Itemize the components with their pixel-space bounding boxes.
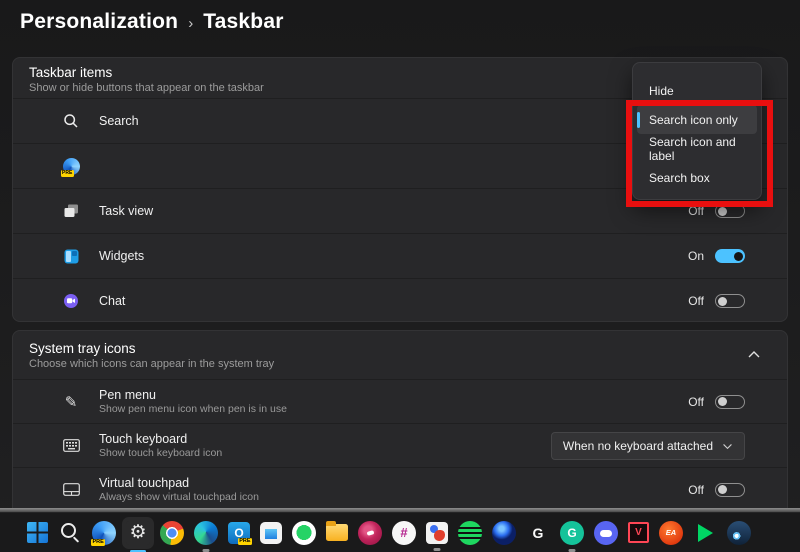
taskbar-spotify-icon[interactable] [458, 521, 482, 545]
search-icon [61, 113, 81, 129]
row-search-label: Search [99, 114, 139, 128]
taskbar-nvidia-geforce-icon[interactable] [761, 521, 785, 545]
taskbar-blue-orb-app-icon[interactable] [492, 521, 516, 545]
row-chat-label: Chat [99, 294, 125, 308]
flyout-option-search-icon-only[interactable]: Search icon only [637, 105, 757, 134]
taskbar-copilot-preview-icon[interactable]: PRE [92, 521, 116, 545]
taskbar-steam-icon[interactable] [727, 521, 751, 545]
widgets-toggle[interactable] [715, 249, 745, 263]
row-pen-menu: ✎ Pen menu Show pen menu icon when pen i… [13, 379, 787, 423]
settings-window: Personalization › Taskbar Taskbar items … [0, 0, 800, 552]
pen-menu-subtitle: Show pen menu icon when pen is in use [99, 403, 287, 415]
row-widgets-label: Widgets [99, 249, 144, 263]
flyout-option-hide[interactable]: Hide [637, 76, 757, 105]
pen-menu-icon: ✎ [61, 393, 81, 411]
widgets-state: On [688, 249, 704, 263]
touch-keyboard-icon [61, 439, 81, 452]
taskbar-ea-icon[interactable]: EA [659, 521, 683, 545]
pen-menu-state: Off [688, 395, 704, 409]
taskbar-slack-icon[interactable]: # [392, 521, 416, 545]
virtual-touchpad-toggle[interactable] [715, 483, 745, 497]
chevron-down-icon [722, 442, 733, 450]
taskbar-file-explorer-icon[interactable] [326, 524, 348, 541]
taskbar-logitech-g-icon[interactable]: G [526, 521, 550, 545]
flyout-option-search-box[interactable]: Search box [637, 163, 757, 192]
copilot-preview-icon: PRE [61, 158, 81, 175]
flyout-option-label: Search icon only [649, 113, 738, 127]
task-view-icon [61, 204, 81, 218]
system-tray-header[interactable]: System tray icons Choose which icons can… [13, 331, 787, 379]
flyout-option-search-icon-and-label[interactable]: Search icon and label [637, 134, 757, 163]
touch-keyboard-title: Touch keyboard [99, 432, 222, 446]
taskbar-microsoft-store-icon[interactable] [260, 522, 282, 544]
touch-keyboard-subtitle: Show touch keyboard icon [99, 447, 222, 459]
row-widgets: Widgets On [13, 233, 787, 278]
virtual-touchpad-title: Virtual touchpad [99, 476, 259, 490]
flyout-option-label: Search box [649, 171, 710, 185]
task-view-state: Off [688, 204, 704, 218]
virtual-touchpad-icon [61, 483, 81, 496]
os-taskbar: PRE ⚙ OPRE # GG V EA [0, 512, 800, 552]
selection-accent-bar [637, 112, 640, 128]
breadcrumb-root[interactable]: Personalization [20, 10, 178, 34]
taskbar-photos-icon[interactable] [426, 522, 448, 544]
touch-keyboard-dropdown[interactable]: When no keyboard attached [551, 432, 745, 460]
virtual-touchpad-subtitle: Always show virtual touchpad icon [99, 491, 259, 503]
breadcrumb-current: Taskbar [203, 10, 283, 34]
task-view-toggle[interactable] [715, 204, 745, 218]
row-virtual-touchpad: Virtual touchpad Always show virtual tou… [13, 467, 787, 511]
chat-toggle[interactable] [715, 294, 745, 308]
row-chat: Chat Off [13, 278, 787, 322]
breadcrumb-separator-icon: › [188, 13, 193, 32]
taskbar-chrome-icon[interactable] [160, 521, 184, 545]
chevron-up-icon[interactable] [747, 349, 761, 359]
breadcrumb: Personalization › Taskbar [20, 6, 284, 38]
flyout-option-label: Search icon and label [649, 135, 757, 163]
taskbar-start-icon[interactable] [27, 522, 48, 543]
chat-state: Off [688, 294, 704, 308]
pre-badge: PRE [61, 170, 74, 177]
taskbar-outlook-icon[interactable]: OPRE [228, 522, 250, 544]
touch-keyboard-dropdown-value: When no keyboard attached [563, 439, 713, 453]
flyout-option-label: Hide [649, 84, 674, 98]
taskbar-edge-icon[interactable] [194, 521, 218, 545]
taskbar-google-play-games-icon[interactable] [693, 521, 717, 545]
row-task-view-label: Task view [99, 204, 153, 218]
taskbar-discord-icon[interactable] [594, 521, 618, 545]
taskbar-valorant-icon[interactable]: V [628, 522, 649, 543]
pen-menu-title: Pen menu [99, 388, 287, 402]
taskbar-whatsapp-icon[interactable] [292, 521, 316, 545]
system-tray-title: System tray icons [29, 341, 771, 356]
taskbar-search-icon[interactable] [58, 521, 82, 545]
widgets-icon [61, 249, 81, 264]
pen-menu-toggle[interactable] [715, 395, 745, 409]
system-tray-subtitle: Choose which icons can appear in the sys… [29, 358, 771, 370]
system-tray-card: System tray icons Choose which icons can… [12, 330, 788, 512]
search-mode-flyout: Hide Search icon only Search icon and la… [632, 62, 762, 200]
chat-icon [61, 293, 81, 309]
row-touch-keyboard: Touch keyboard Show touch keyboard icon … [13, 423, 787, 467]
virtual-touchpad-state: Off [688, 483, 704, 497]
taskbar-pink-circle-app-icon[interactable] [358, 521, 382, 545]
taskbar-settings-icon[interactable]: ⚙ [126, 521, 150, 545]
taskbar-grammarly-icon[interactable]: G [560, 521, 584, 545]
